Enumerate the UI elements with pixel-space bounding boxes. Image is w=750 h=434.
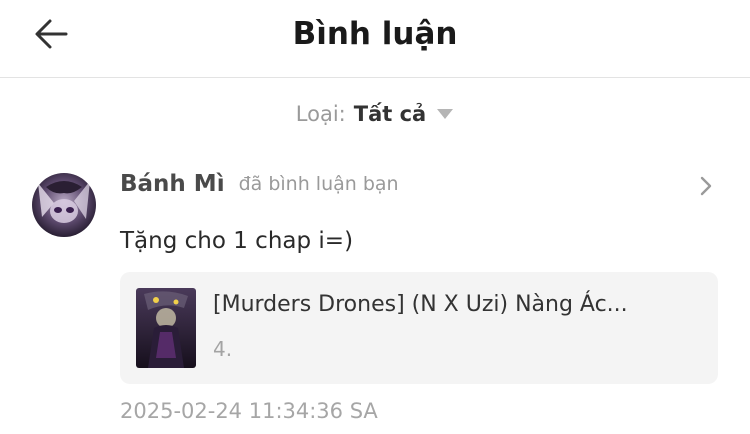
page-title: Bình luận — [292, 16, 458, 52]
top-bar: Bình luận — [0, 0, 750, 78]
comment-timestamp: 2025-02-24 11:34:36 SA — [120, 399, 378, 423]
action-text: đã bình luận bạn — [238, 173, 399, 195]
comment-item: Bánh Mì đã bình luận bạn Tặng cho 1 chap… — [0, 155, 750, 434]
username-link[interactable]: Bánh Mì — [120, 171, 225, 197]
chapter-number: 4. — [213, 337, 233, 361]
story-cover — [136, 288, 196, 368]
chevron-right-icon[interactable] — [695, 175, 717, 197]
filter-value: Tất cả — [353, 102, 427, 126]
avatar[interactable] — [32, 173, 96, 237]
comment-text: Tặng cho 1 chap i=) — [120, 228, 354, 254]
filter-label: Loại: — [295, 102, 346, 126]
story-card[interactable]: [Murders Drones] (N X Uzi) Nàng Ác... 4. — [120, 272, 718, 384]
caret-down-icon — [436, 108, 454, 120]
filter-dropdown[interactable]: Loại: Tất cả — [0, 98, 750, 130]
story-title: [Murders Drones] (N X Uzi) Nàng Ác... — [213, 292, 628, 317]
comment-header: Bánh Mì đã bình luận bạn — [120, 167, 399, 201]
